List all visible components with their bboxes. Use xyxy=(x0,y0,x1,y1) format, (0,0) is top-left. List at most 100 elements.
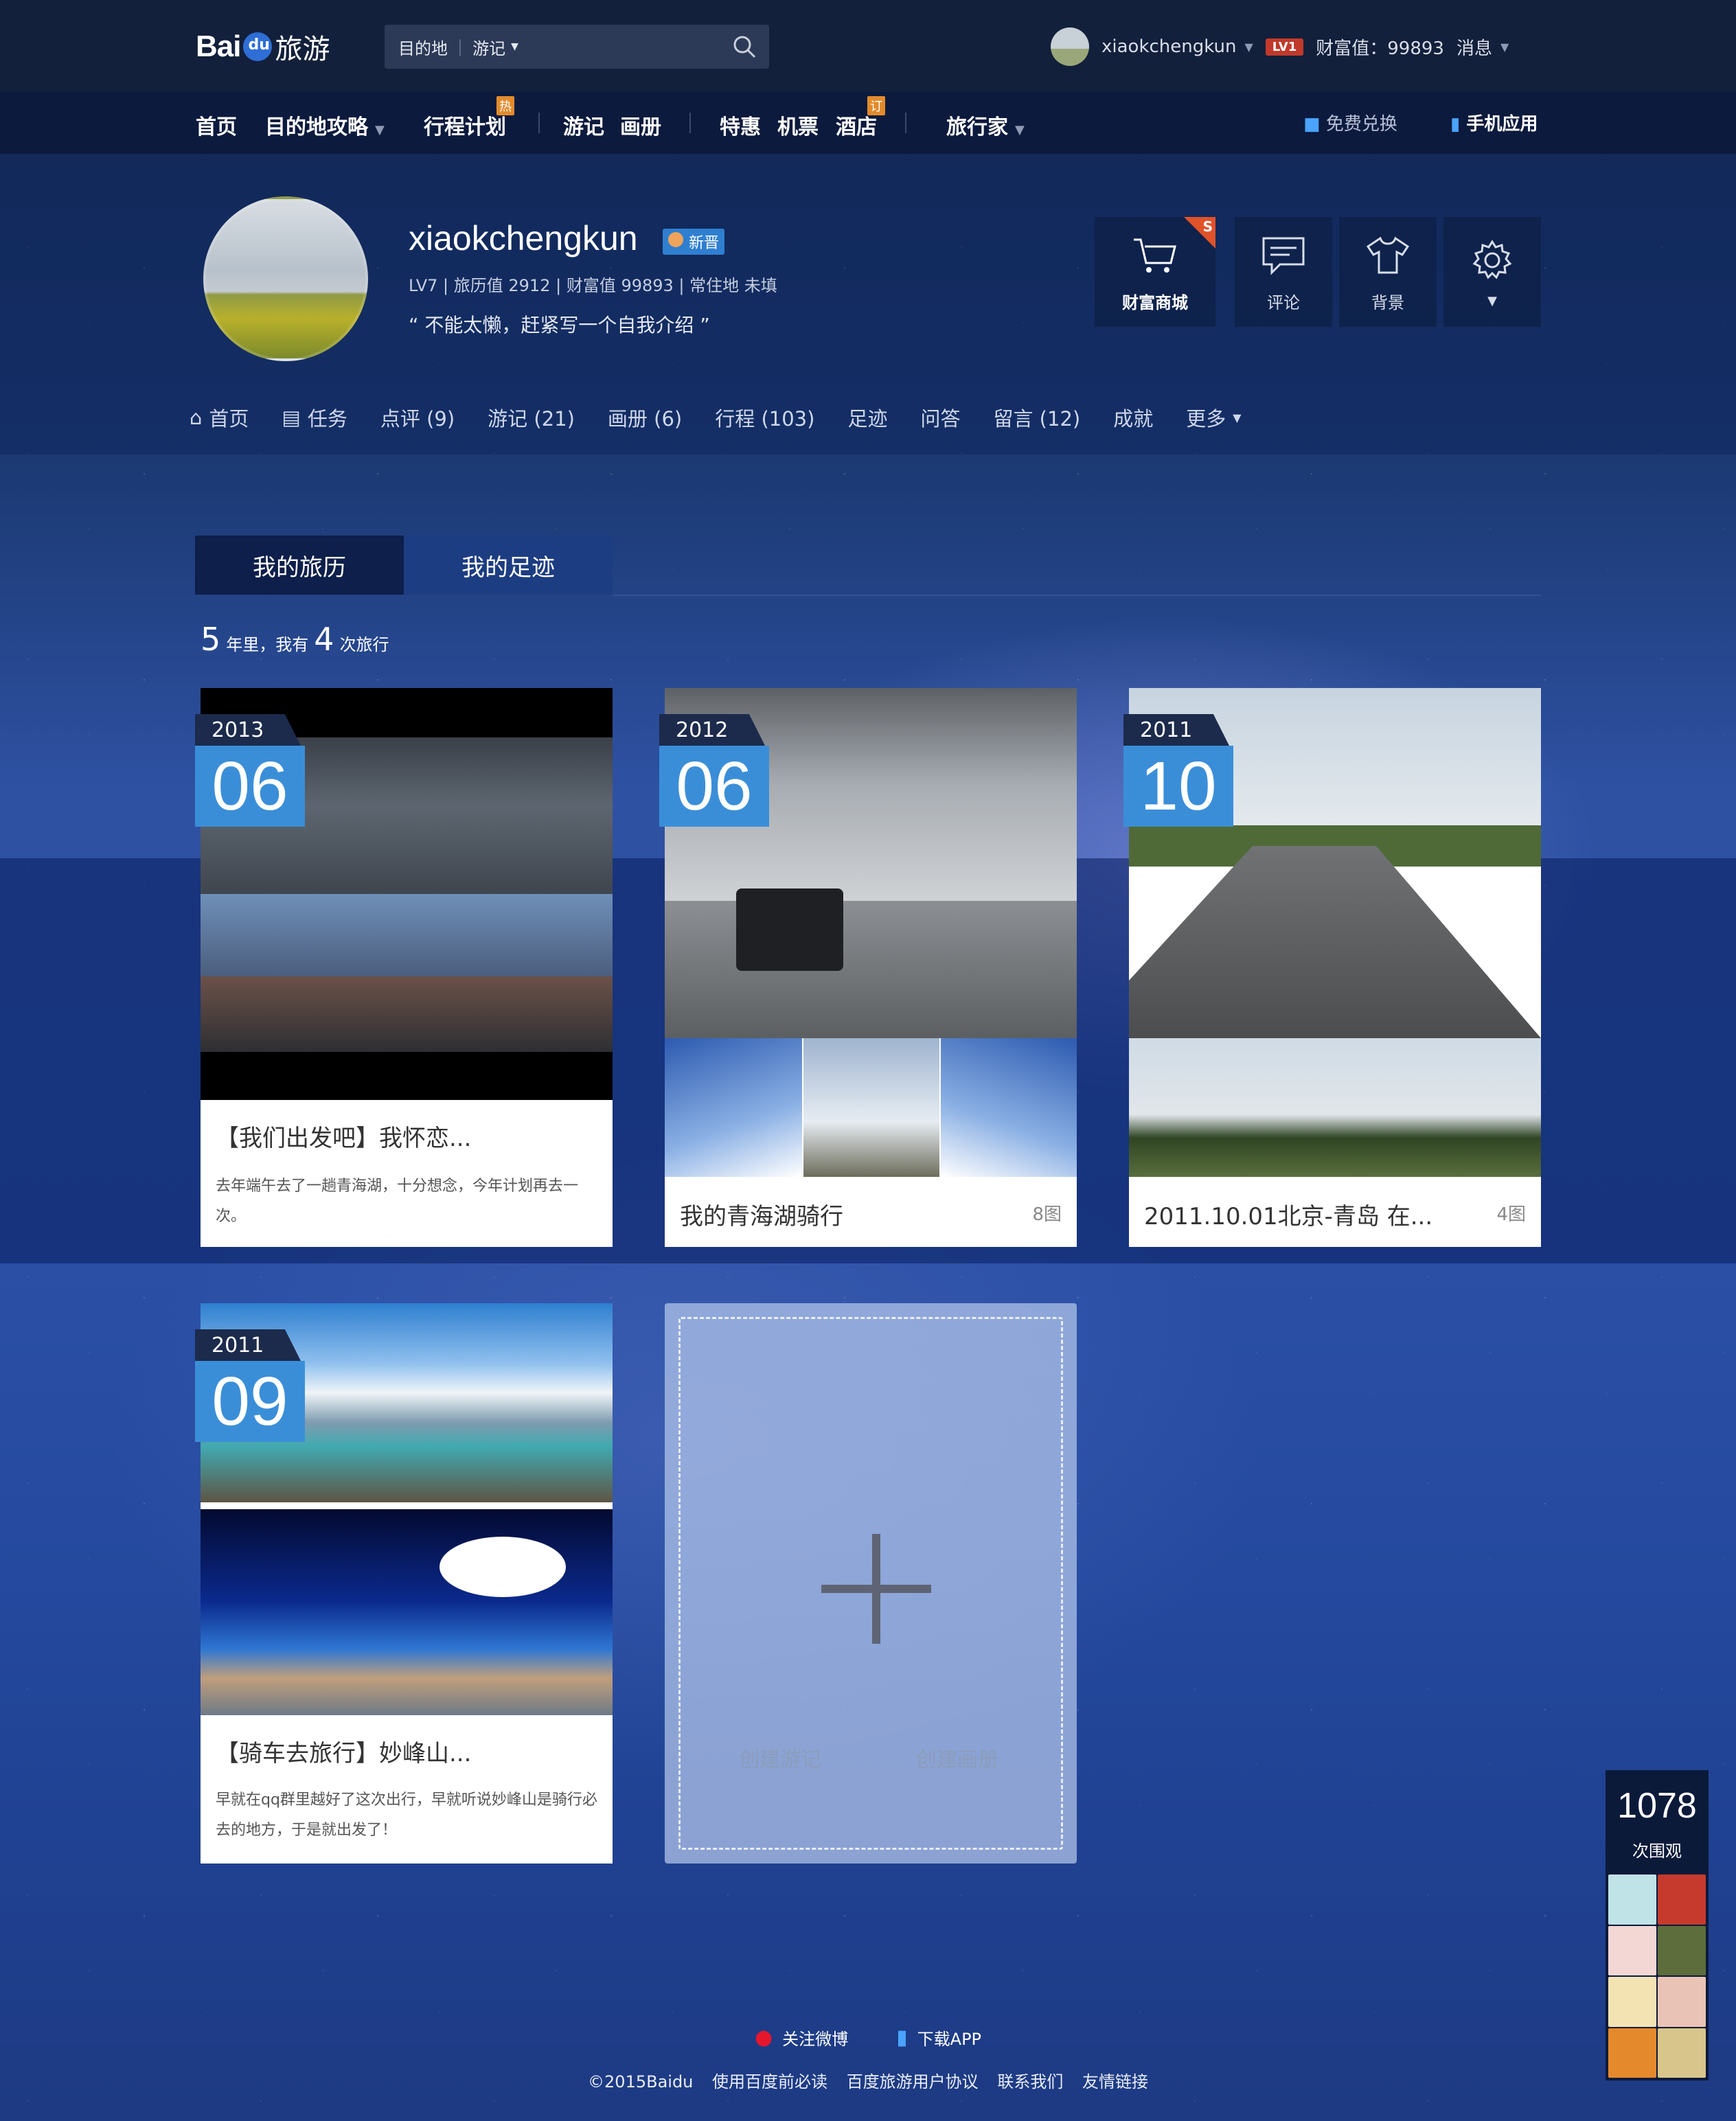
chevron-down-icon[interactable]: ▼ xyxy=(1500,41,1509,54)
visitor-avatar[interactable] xyxy=(1608,1977,1656,2027)
profile-intro[interactable]: “ 不能太懒，赶紧写一个自我介绍 ” xyxy=(409,310,710,338)
travel-card[interactable]: 2013 06 【我们出发吧】我怀恋... 去年端午去了一趟青海湖，十分想念，今… xyxy=(195,688,613,1247)
tab-my-footprints[interactable]: 我的足迹 xyxy=(404,536,613,595)
card-title[interactable]: 2011.10.01北京-青岛 在... xyxy=(1144,1197,1432,1231)
nav-label: 行程计划 xyxy=(424,115,506,139)
card-title[interactable]: 【我们出发吧】我怀恋... xyxy=(216,1119,471,1153)
create-note-link[interactable]: 创建游记 xyxy=(739,1743,821,1773)
summary-text: 次旅行 xyxy=(339,635,389,654)
footer-link[interactable]: 友情链接 xyxy=(1082,2072,1148,2091)
date-year: 2011 xyxy=(1123,714,1229,746)
footer-social: ● 关注微博 ▮ 下载APP xyxy=(0,2026,1736,2050)
footer-links: ©2015Baidu 使用百度前必读 百度旅游用户协议 联系我们 友情链接 xyxy=(0,2068,1736,2092)
background-button[interactable]: 背景 xyxy=(1339,217,1437,327)
tab-label: 任务 xyxy=(307,407,347,431)
card-title[interactable]: 我的青海湖骑行 xyxy=(680,1197,843,1231)
nav-hotels[interactable]: 酒店订 xyxy=(836,96,885,140)
tab-footprints[interactable]: 足迹 xyxy=(847,403,887,432)
tab-albums[interactable]: 画册 (6) xyxy=(608,403,682,432)
section-tabs: 我的旅历 我的足迹 xyxy=(195,536,613,595)
date-month: 09 xyxy=(195,1361,305,1442)
nav-label: 手机应用 xyxy=(1466,114,1538,135)
mobile-app-link[interactable]: ▮ 手机应用 xyxy=(1450,110,1538,135)
travel-card[interactable]: 2011 09 【骑车去旅行】妙峰山... 早就在qq群里越好了这次出行，早就听… xyxy=(195,1303,613,1864)
travel-card[interactable]: 2012 06 我的青海湖骑行 8图 xyxy=(659,688,1077,1247)
tab-messages[interactable]: 留言 (12) xyxy=(993,403,1080,432)
nav-deals[interactable]: 特惠 xyxy=(720,110,761,140)
nav-home[interactable]: 首页 xyxy=(196,110,237,140)
user-avatar[interactable] xyxy=(1051,27,1089,66)
logo-suffix: 旅游 xyxy=(275,34,330,65)
nav-travelers[interactable]: 旅行家 ▼ xyxy=(946,110,1025,140)
search-scope-notes[interactable]: 游记 xyxy=(472,35,505,59)
footer-label: 关注微博 xyxy=(782,2030,849,2049)
hot-badge: 热 xyxy=(496,96,514,115)
card-title[interactable]: 【骑车去旅行】妙峰山... xyxy=(216,1734,471,1768)
nav-albums[interactable]: 画册 xyxy=(620,110,661,140)
create-card: 创建游记 创建画册 xyxy=(665,1303,1077,1864)
tab-home[interactable]: ⌂ 首页 xyxy=(190,403,249,432)
search-box[interactable]: 目的地 | 游记 ▼ xyxy=(385,25,769,69)
visitor-avatar[interactable] xyxy=(1658,1925,1706,1975)
footer-label: 下载APP xyxy=(917,2030,982,2049)
download-app-link[interactable]: ▮ 下载APP xyxy=(896,2026,981,2050)
comments-button[interactable]: 评论 xyxy=(1235,217,1332,327)
nav-travel-notes[interactable]: 游记 xyxy=(563,110,604,140)
user-name[interactable]: xiaokchengkun xyxy=(1101,36,1236,57)
order-badge: 订 xyxy=(867,96,885,115)
nav-label: 免费兑换 xyxy=(1325,114,1397,135)
nav-destination-guide[interactable]: 目的地攻略 ▼ xyxy=(265,110,385,140)
profile-name: xiaokchengkun xyxy=(409,219,638,257)
card-description: 早就在qq群里越好了这次出行，早就听说妙峰山是骑行必去的地方，于是就出发了！ xyxy=(216,1791,597,1839)
wealth-mall-button[interactable]: 财富商城 S xyxy=(1095,217,1215,327)
weibo-link[interactable]: ● 关注微博 xyxy=(755,2026,848,2050)
travel-card[interactable]: 2011 10 2011.10.01北京-青岛 在... 4图 xyxy=(1123,688,1541,1247)
tab-label: 首页 xyxy=(209,407,249,431)
tab-qa[interactable]: 问答 xyxy=(920,403,960,432)
profile-avatar[interactable] xyxy=(203,196,368,361)
visitor-avatar[interactable] xyxy=(1608,1925,1656,1975)
footer-link[interactable]: 百度旅游用户协议 xyxy=(847,2072,979,2091)
main-nav: 首页 目的地攻略 ▼ 行程计划热 游记 画册 特惠 机票 酒店订 旅行家 ▼ ■ 免… xyxy=(0,92,1736,154)
visitor-avatar[interactable] xyxy=(1658,1977,1706,2027)
search-icon[interactable] xyxy=(732,34,757,59)
visitor-avatar[interactable] xyxy=(1608,1874,1656,1925)
create-album-link[interactable]: 创建画册 xyxy=(916,1743,998,1773)
plus-icon[interactable] xyxy=(821,1534,931,1644)
gift-icon: ■ xyxy=(1303,114,1321,135)
action-label: 评论 xyxy=(1267,293,1300,312)
date-month: 10 xyxy=(1123,746,1233,827)
search-scope-destination[interactable]: 目的地 xyxy=(398,35,448,59)
tab-reviews[interactable]: 点评 (9) xyxy=(380,403,455,432)
visitor-avatar[interactable] xyxy=(1658,1874,1706,1925)
years-count: 5 xyxy=(201,621,221,658)
date-year: 2013 xyxy=(195,714,301,746)
shirt-icon xyxy=(1366,236,1410,273)
tab-achievements[interactable]: 成就 xyxy=(1113,403,1153,432)
badge-text: S xyxy=(1202,218,1213,235)
paw-icon xyxy=(243,32,273,61)
tab-tasks[interactable]: ▤ 任务 xyxy=(282,403,347,432)
footer-link[interactable]: 使用百度前必读 xyxy=(712,2072,827,2091)
nav-divider xyxy=(689,113,691,133)
chevron-down-icon[interactable]: ▼ xyxy=(1244,41,1253,54)
newbie-badge: 新晋 xyxy=(663,229,725,255)
action-label: 财富商城 xyxy=(1122,293,1188,312)
wealth-value[interactable]: 财富值：99893 xyxy=(1316,34,1444,60)
free-exchange-link[interactable]: ■ 免费兑换 xyxy=(1303,110,1397,135)
date-year: 2012 xyxy=(659,714,765,746)
home-icon: ⌂ xyxy=(190,406,203,429)
nav-itinerary[interactable]: 行程计划热 xyxy=(424,96,514,140)
baidu-travel-logo[interactable]: Bai 旅游 xyxy=(196,21,330,73)
settings-button[interactable]: ▼ xyxy=(1443,217,1541,327)
nav-flights[interactable]: 机票 xyxy=(777,110,819,140)
messages-link[interactable]: 消息 xyxy=(1457,34,1492,60)
caret-down-icon[interactable]: ▼ xyxy=(511,41,518,52)
footer-link[interactable]: 联系我们 xyxy=(997,2072,1063,2091)
tab-more[interactable]: 更多 ▼ xyxy=(1186,403,1241,432)
tab-my-travels[interactable]: 我的旅历 xyxy=(195,536,404,595)
tab-itineraries[interactable]: 行程 (103) xyxy=(715,403,814,432)
chevron-down-icon: ▼ xyxy=(375,123,385,137)
profile-meta: LV7 | 旅历值 2912 | 财富值 99893 | 常住地 未填 xyxy=(409,276,777,295)
tab-notes[interactable]: 游记 (21) xyxy=(488,403,575,432)
